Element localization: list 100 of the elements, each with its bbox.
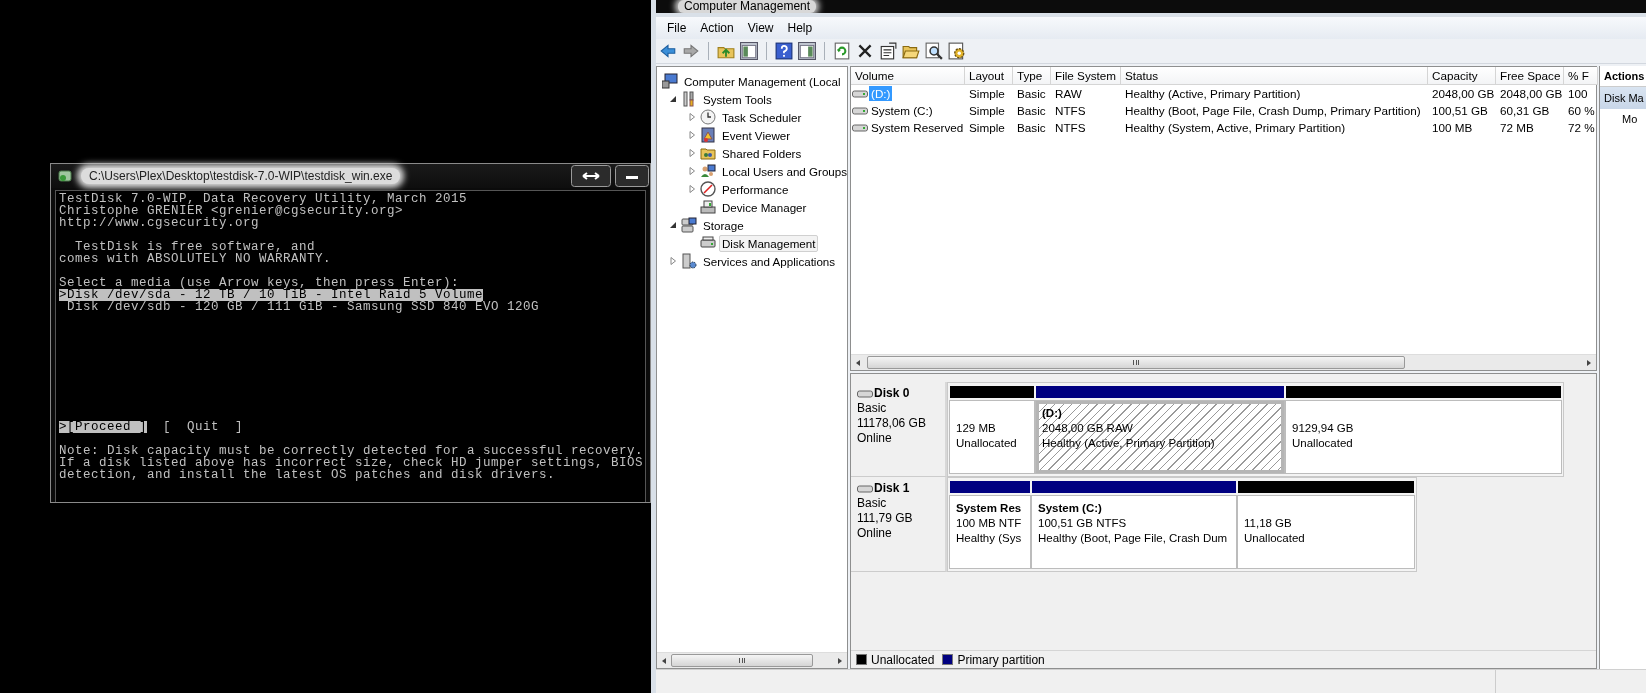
- column-header[interactable]: Type: [1013, 67, 1051, 85]
- column-header[interactable]: Capacity: [1428, 67, 1496, 85]
- tree-item[interactable]: Shared Folders: [719, 144, 805, 162]
- expand-arrow-icon[interactable]: [687, 184, 697, 194]
- console-menu-option[interactable]: >[Proceed ]: [59, 421, 147, 433]
- event-log-icon: [700, 127, 716, 143]
- table-cell-text: 72 MB: [1499, 120, 1535, 136]
- column-header[interactable]: File System: [1051, 67, 1121, 85]
- table-cell-text: Healthy (Boot, Page File, Crash Dump, Primary Partition): [1124, 103, 1422, 119]
- collapse-arrow-icon[interactable]: [668, 220, 678, 230]
- tree-item[interactable]: Storage: [700, 216, 747, 234]
- table-cell-text: 2048,00 GB: [1431, 86, 1496, 102]
- expand-arrow-icon[interactable]: [687, 166, 697, 176]
- column-header[interactable]: Layout: [965, 67, 1013, 85]
- disk-size: 111,79 GB: [857, 511, 914, 526]
- partition-info: 11,18 GB: [1244, 517, 1292, 529]
- table-cell-text: 100,51 GB: [1431, 103, 1489, 119]
- drive-icon: [852, 105, 868, 116]
- tree-item[interactable]: Services and Applications: [700, 252, 839, 270]
- delete-icon[interactable]: [856, 42, 874, 60]
- legend-label: Primary partition: [957, 652, 1045, 667]
- console-tree-icon[interactable]: [740, 42, 758, 60]
- scroll-left-icon[interactable]: [854, 358, 862, 367]
- gauge-icon: [700, 181, 716, 197]
- expand-arrow-icon[interactable]: [687, 130, 697, 140]
- scroll-left-icon[interactable]: [660, 656, 668, 665]
- expand-arrow-icon[interactable]: [687, 112, 697, 122]
- table-cell-text: Simple: [968, 120, 1006, 136]
- minimize-icon[interactable]: [615, 165, 649, 187]
- disk-type: Basic: [857, 401, 888, 416]
- table-cell[interactable]: System (C:): [869, 103, 935, 118]
- resize-icon[interactable]: [571, 165, 611, 187]
- media-option[interactable]: >Disk /dev/sda - 12 TB / 10 TiB - Intel Raid 5 Volume: [59, 289, 484, 301]
- disk-status: Online: [857, 526, 893, 541]
- disk-status: Online: [857, 431, 893, 446]
- expand-arrow-icon[interactable]: [668, 256, 678, 266]
- expand-arrow-icon[interactable]: [687, 148, 697, 158]
- collapse-arrow-icon[interactable]: [668, 94, 678, 104]
- partition-name: System Res: [956, 502, 1022, 514]
- table-cell-text: Healthy (Active, Primary Partition): [1124, 86, 1302, 102]
- help-icon[interactable]: [775, 42, 793, 60]
- console-line: http://www.cgsecurity.org: [59, 217, 260, 229]
- partition-info: 100,51 GB NTFS: [1038, 517, 1127, 529]
- settings-icon[interactable]: [948, 42, 966, 60]
- column-header[interactable]: Status: [1121, 67, 1428, 85]
- tree-item[interactable]: Device Manager: [719, 198, 810, 216]
- console-line: comes with ABSOLUTELY NO WARRANTY.: [59, 253, 332, 265]
- column-header[interactable]: % F: [1564, 67, 1598, 85]
- table-cell-text: 100: [1567, 86, 1589, 102]
- scroll-right-icon[interactable]: [836, 656, 844, 665]
- horizontal-scrollbar[interactable]: [657, 652, 847, 668]
- column-header[interactable]: Free Space: [1496, 67, 1564, 85]
- refresh-icon[interactable]: [833, 42, 851, 60]
- partition-info: Unallocated: [1292, 437, 1353, 449]
- table-cell-text: 60 %: [1567, 103, 1596, 119]
- console-menu-option[interactable]: [ Quit ]: [163, 421, 244, 433]
- table-cell-text: Basic: [1016, 103, 1047, 119]
- menu-item[interactable]: Help: [780, 21, 820, 35]
- partition-info: Healthy (Active, Primary Partition): [1042, 437, 1215, 449]
- table-cell-text: NTFS: [1054, 120, 1087, 136]
- table-cell-text: 72 %: [1567, 120, 1596, 136]
- partition-info: 2048,00 GB RAW: [1042, 422, 1133, 434]
- console-line: If a disk listed above has incorrect size, check HD jumper settings, BIOS: [59, 457, 644, 469]
- disk-type: Basic: [857, 496, 888, 511]
- partition-info: 100 MB NTF: [956, 517, 1022, 529]
- drive-icon: [857, 388, 873, 399]
- menu-item[interactable]: File: [660, 21, 694, 35]
- computer-icon: [662, 73, 678, 89]
- back-arrow-icon[interactable]: [659, 42, 677, 60]
- tree-item[interactable]: System Tools: [700, 90, 775, 108]
- drive-icon: [852, 88, 868, 99]
- console-line: TestDisk is free software, and: [74, 241, 316, 253]
- table-cell-text: 60,31 GB: [1499, 103, 1551, 119]
- partition-info: Unallocated: [1244, 532, 1305, 544]
- partition-info: 129 MB: [956, 422, 996, 434]
- action-pane-icon[interactable]: [798, 42, 816, 60]
- magnifier-icon[interactable]: [925, 42, 943, 60]
- actions-section[interactable]: Disk Ma: [1600, 87, 1646, 109]
- menu-item[interactable]: Action: [693, 21, 741, 35]
- scroll-right-icon[interactable]: [1585, 358, 1593, 367]
- forward-arrow-icon[interactable]: [682, 42, 700, 60]
- tree-item[interactable]: Local Users and Groups: [719, 162, 847, 180]
- tree-item[interactable]: Computer Management (Local: [681, 72, 844, 90]
- action-link[interactable]: Mo: [1600, 109, 1646, 129]
- properties-icon[interactable]: [879, 42, 897, 60]
- tree-item[interactable]: Performance: [719, 180, 792, 198]
- drive-icon: [852, 122, 868, 133]
- menu-item[interactable]: View: [740, 21, 781, 35]
- tree-item[interactable]: Disk Management: [719, 234, 819, 252]
- tree-item[interactable]: Event Viewer: [719, 126, 794, 144]
- drive-icon: [857, 483, 873, 494]
- media-option[interactable]: Disk /dev/sdb - 120 GB / 111 GiB - Samsung SSD 840 EVO 120G: [59, 301, 540, 313]
- horizontal-scrollbar[interactable]: [851, 354, 1596, 370]
- tree-item[interactable]: Task Scheduler: [719, 108, 805, 126]
- console-line: Christophe GRENIER <grenier@cgsecurity.org>: [59, 205, 404, 217]
- table-cell-text: 2048,00 GB: [1499, 86, 1564, 102]
- console-prompt: Select a media (use Arrow keys, then press Enter):: [59, 277, 460, 289]
- table-cell[interactable]: System Reserved: [869, 120, 965, 135]
- column-header[interactable]: Volume: [851, 67, 965, 85]
- table-cell-text: Basic: [1016, 120, 1047, 136]
